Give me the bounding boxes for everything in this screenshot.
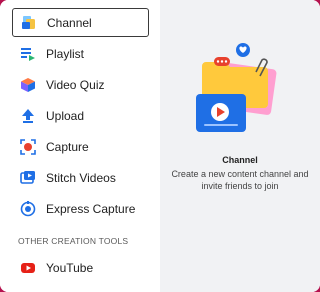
menu-item-label: Channel xyxy=(47,15,92,30)
express-capture-icon xyxy=(20,200,36,217)
menu-item-label: Upload xyxy=(46,108,85,123)
menu-item-video-quiz[interactable]: Video Quiz xyxy=(12,70,149,99)
menu-item-label: Capture xyxy=(46,139,89,154)
menu-item-youtube[interactable]: YouTube xyxy=(12,253,149,282)
section-title-other-tools: OTHER CREATION TOOLS xyxy=(18,236,129,246)
menu-item-label: Express Capture xyxy=(46,201,136,216)
menu-item-label: Video Quiz xyxy=(46,77,105,92)
preview-description: Create a new content channel and invite … xyxy=(171,169,309,191)
create-menu-panel: Channel Playlist Video Quiz Upload Captu… xyxy=(0,0,320,292)
menu-item-express-capture[interactable]: Express Capture xyxy=(12,194,149,223)
menu-item-capture[interactable]: Capture xyxy=(12,132,149,161)
preview-title: Channel xyxy=(222,155,258,165)
video-quiz-icon xyxy=(20,77,36,93)
creation-tools-list: Channel Playlist Video Quiz Upload Captu… xyxy=(0,0,160,292)
menu-item-label: YouTube xyxy=(46,260,94,275)
capture-icon xyxy=(20,138,36,155)
menu-item-stitch-videos[interactable]: Stitch Videos xyxy=(12,163,149,192)
stitch-videos-icon xyxy=(20,170,36,186)
youtube-icon xyxy=(20,260,36,276)
menu-item-label: Playlist xyxy=(46,46,85,61)
channel-icon xyxy=(21,15,37,31)
menu-item-channel[interactable]: Channel xyxy=(12,8,149,37)
channel-illustration xyxy=(192,42,288,143)
menu-item-upload[interactable]: Upload xyxy=(12,101,149,130)
upload-icon xyxy=(20,108,36,124)
menu-item-label: Stitch Videos xyxy=(46,170,116,185)
playlist-icon xyxy=(20,46,36,62)
menu-item-playlist[interactable]: Playlist xyxy=(12,39,149,68)
